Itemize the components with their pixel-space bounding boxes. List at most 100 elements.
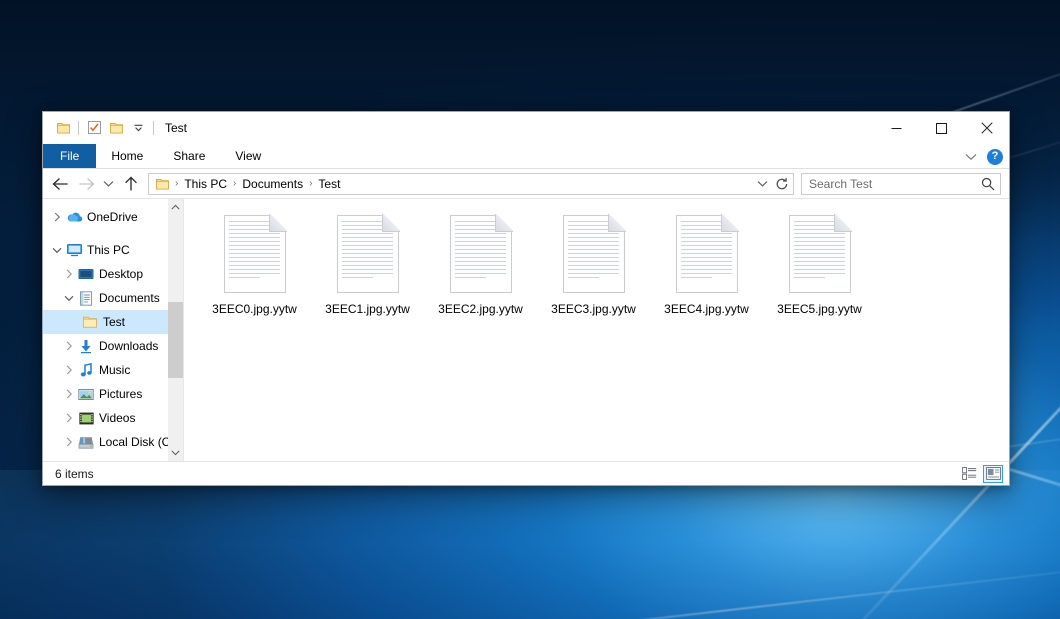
sidebar-item-this-pc[interactable]: This PC bbox=[43, 238, 183, 262]
status-bar: 6 items bbox=[43, 461, 1009, 485]
tab-home[interactable]: Home bbox=[96, 144, 158, 168]
breadcrumb-separator[interactable]: › bbox=[230, 178, 239, 189]
chevron-right-icon[interactable] bbox=[61, 269, 77, 279]
ribbon-right-controls: ? bbox=[961, 144, 1003, 169]
desktop: Test File Home Share View bbox=[0, 0, 1060, 619]
large-icons-view-button[interactable] bbox=[983, 465, 1003, 483]
file-item[interactable]: 3EEC1.jpg.yytw bbox=[311, 211, 424, 333]
file-name-label: 3EEC1.jpg.yytw bbox=[325, 302, 410, 316]
search-input[interactable]: Search Test bbox=[801, 173, 1001, 195]
file-item[interactable]: 3EEC3.jpg.yytw bbox=[537, 211, 650, 333]
tab-view[interactable]: View bbox=[220, 144, 276, 168]
scroll-down-button[interactable] bbox=[168, 445, 183, 461]
sidebar-item-test[interactable]: Test bbox=[43, 310, 183, 334]
details-view-button[interactable] bbox=[959, 465, 979, 483]
minimize-button[interactable] bbox=[874, 112, 919, 144]
sidebar-item-label: Pictures bbox=[99, 387, 142, 401]
chevron-right-icon[interactable] bbox=[61, 413, 77, 423]
forward-button bbox=[73, 172, 99, 196]
navigation-pane-scrollbar[interactable] bbox=[168, 199, 183, 461]
sidebar-item-label: This PC bbox=[87, 243, 130, 257]
sidebar-item-desktop[interactable]: Desktop bbox=[43, 262, 183, 286]
file-name-label: 3EEC0.jpg.yytw bbox=[212, 302, 297, 316]
chevron-down-icon[interactable] bbox=[961, 153, 981, 161]
chevron-down-icon[interactable] bbox=[753, 174, 771, 194]
item-count-label: 6 items bbox=[55, 467, 94, 481]
sidebar-item-label: Test bbox=[103, 315, 125, 329]
tab-share[interactable]: Share bbox=[158, 144, 220, 168]
quick-access-toolbar: Test bbox=[43, 117, 187, 139]
videos-icon bbox=[77, 412, 95, 425]
chevron-right-icon[interactable] bbox=[61, 365, 77, 375]
recent-locations-button[interactable] bbox=[99, 172, 118, 196]
sidebar-item-pictures[interactable]: Pictures bbox=[43, 382, 183, 406]
file-name-label: 3EEC4.jpg.yytw bbox=[664, 302, 749, 316]
chevron-right-icon[interactable] bbox=[49, 212, 65, 222]
close-button[interactable] bbox=[964, 112, 1009, 144]
scrollbar-track[interactable] bbox=[168, 215, 183, 445]
ribbon-tab-strip: File Home Share View ? bbox=[43, 144, 1009, 169]
breadcrumb-test[interactable]: Test bbox=[315, 177, 343, 191]
window-controls bbox=[874, 112, 1009, 144]
properties-icon[interactable] bbox=[83, 117, 105, 139]
chevron-down-icon[interactable] bbox=[61, 295, 77, 302]
refresh-icon[interactable] bbox=[773, 174, 791, 194]
download-icon bbox=[77, 339, 95, 354]
generic-document-icon bbox=[676, 215, 738, 293]
back-button[interactable] bbox=[47, 172, 73, 196]
chevron-down-icon[interactable] bbox=[127, 117, 149, 139]
chevron-right-icon[interactable] bbox=[61, 341, 77, 351]
disk-icon bbox=[77, 436, 95, 449]
sidebar-item-videos[interactable]: Videos bbox=[43, 406, 183, 430]
folder-icon[interactable] bbox=[52, 117, 74, 139]
search-icon[interactable] bbox=[981, 177, 995, 191]
desktop-icon bbox=[77, 268, 95, 281]
sidebar-item-label: Music bbox=[99, 363, 130, 377]
chevron-right-icon[interactable] bbox=[61, 389, 77, 399]
file-item[interactable]: 3EEC2.jpg.yytw bbox=[424, 211, 537, 333]
generic-document-icon bbox=[450, 215, 512, 293]
sidebar-item-label: OneDrive bbox=[87, 210, 138, 224]
scrollbar-thumb[interactable] bbox=[168, 302, 183, 378]
title-bar[interactable]: Test bbox=[43, 112, 1009, 144]
monitor-icon bbox=[65, 243, 83, 257]
sidebar-item-local-disk[interactable]: Local Disk (C:) bbox=[43, 430, 183, 454]
address-bar-row: › This PC › Documents › Test bbox=[43, 169, 1009, 199]
file-item[interactable]: 3EEC0.jpg.yytw bbox=[198, 211, 311, 333]
file-list-pane[interactable]: 3EEC0.jpg.yytw 3EEC1.jpg.yytw bbox=[184, 199, 1009, 461]
sidebar-item-downloads[interactable]: Downloads bbox=[43, 334, 183, 358]
window-body: OneDrive This PC bbox=[43, 199, 1009, 461]
sidebar-item-label: Downloads bbox=[99, 339, 158, 353]
maximize-button[interactable] bbox=[919, 112, 964, 144]
breadcrumb-documents[interactable]: Documents bbox=[239, 177, 306, 191]
scroll-up-button[interactable] bbox=[168, 199, 183, 215]
file-name-label: 3EEC5.jpg.yytw bbox=[777, 302, 862, 316]
address-bar[interactable]: › This PC › Documents › Test bbox=[148, 173, 794, 195]
sidebar-item-onedrive[interactable]: OneDrive bbox=[43, 205, 183, 229]
chevron-down-icon[interactable] bbox=[49, 247, 65, 254]
breadcrumb-separator[interactable]: › bbox=[172, 178, 181, 189]
cloud-icon bbox=[65, 211, 83, 223]
sidebar-item-documents[interactable]: Documents bbox=[43, 286, 183, 310]
wallpaper-bottom-sheen bbox=[0, 470, 1060, 619]
documents-icon bbox=[77, 291, 95, 306]
breadcrumb-separator[interactable]: › bbox=[306, 178, 315, 189]
pictures-icon bbox=[77, 388, 95, 401]
file-item[interactable]: 3EEC4.jpg.yytw bbox=[650, 211, 763, 333]
help-icon[interactable]: ? bbox=[987, 149, 1003, 165]
navigation-pane: OneDrive This PC bbox=[43, 199, 183, 461]
sidebar-item-label: Local Disk (C:) bbox=[99, 435, 178, 449]
toolbar-separator bbox=[78, 121, 79, 135]
breadcrumb-this-pc[interactable]: This PC bbox=[181, 177, 230, 191]
generic-document-icon bbox=[224, 215, 286, 293]
generic-document-icon bbox=[337, 215, 399, 293]
file-name-label: 3EEC2.jpg.yytw bbox=[438, 302, 523, 316]
tab-file[interactable]: File bbox=[43, 144, 96, 168]
file-item[interactable]: 3EEC5.jpg.yytw bbox=[763, 211, 876, 333]
chevron-right-icon[interactable] bbox=[61, 437, 77, 447]
sidebar-item-music[interactable]: Music bbox=[43, 358, 183, 382]
folder-icon[interactable] bbox=[154, 177, 172, 191]
up-button[interactable] bbox=[118, 172, 144, 196]
new-folder-icon[interactable] bbox=[105, 117, 127, 139]
address-bar-controls bbox=[753, 174, 791, 194]
